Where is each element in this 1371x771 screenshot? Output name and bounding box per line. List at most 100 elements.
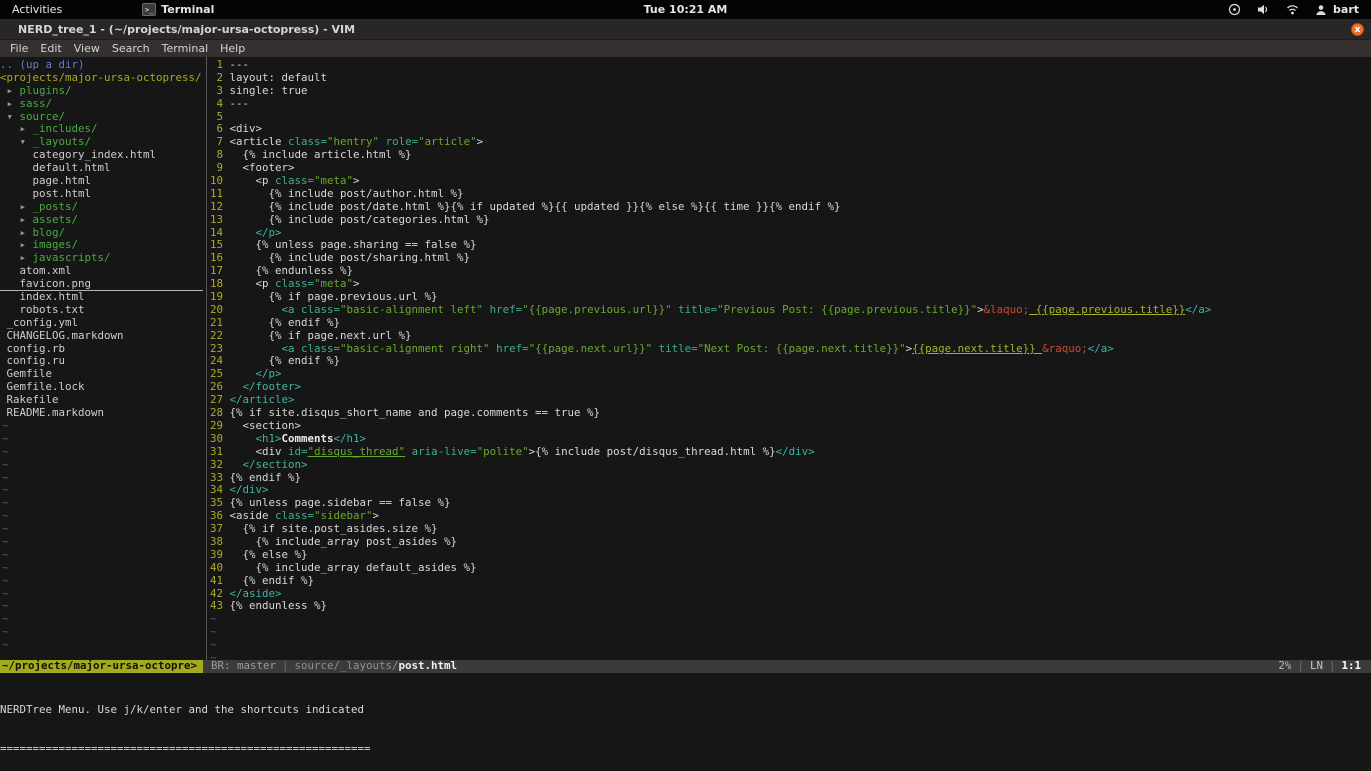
focused-app-menu[interactable]: >_ Terminal	[142, 3, 214, 16]
code-line[interactable]: 42 </aside>	[210, 588, 1371, 601]
code-line[interactable]: 36 <aside class="sidebar">	[210, 510, 1371, 523]
code-line[interactable]: 19 {% if page.previous.url %}	[210, 291, 1371, 304]
code-line[interactable]: 7 <article class="hentry" role="article">	[210, 136, 1371, 149]
user-menu[interactable]: bart	[1315, 3, 1359, 16]
code-line[interactable]: 26 </footer>	[210, 381, 1371, 394]
tree-item[interactable]: Gemfile.lock	[0, 381, 203, 394]
code-line[interactable]: 10 <p class="meta">	[210, 175, 1371, 188]
code-line[interactable]: 17 {% endunless %}	[210, 265, 1371, 278]
clock[interactable]: Tue 10:21 AM	[644, 3, 728, 16]
tree-item[interactable]: index.html	[0, 291, 203, 304]
code-line[interactable]: 18 <p class="meta">	[210, 278, 1371, 291]
tree-item[interactable]: config.ru	[0, 355, 203, 368]
code-line[interactable]: 24 {% endif %}	[210, 355, 1371, 368]
menu-help[interactable]: Help	[214, 42, 251, 55]
tree-item[interactable]: README.markdown	[0, 407, 203, 420]
code-line[interactable]: 32 </section>	[210, 459, 1371, 472]
code-line[interactable]: 28 {% if site.disqus_short_name and page.…	[210, 407, 1371, 420]
code-line[interactable]: 3 single: true	[210, 85, 1371, 98]
code-line[interactable]: 29 <section>	[210, 420, 1371, 433]
code-line[interactable]: 35 {% unless page.sidebar == false %}	[210, 497, 1371, 510]
tree-item[interactable]: ▾ source/	[0, 111, 203, 124]
keyboard-indicator-icon[interactable]	[1228, 3, 1241, 16]
tree-item[interactable]: <projects/major-ursa-octopress/	[0, 72, 203, 85]
code-line[interactable]: 33 {% endif %}	[210, 472, 1371, 485]
menu-terminal[interactable]: Terminal	[156, 42, 215, 55]
code-line[interactable]: 40 {% include_array default_asides %}	[210, 562, 1371, 575]
code-line[interactable]: 34 </div>	[210, 484, 1371, 497]
close-button[interactable]: x	[1351, 23, 1364, 36]
tree-item[interactable]: CHANGELOG.markdown	[0, 330, 203, 343]
code-line[interactable]: 13 {% include post/categories.html %}	[210, 214, 1371, 227]
volume-icon[interactable]	[1257, 3, 1270, 16]
code-line[interactable]: 1 ---	[210, 59, 1371, 72]
code-line[interactable]: 20 <a class="basic-alignment left" href=…	[210, 304, 1371, 317]
tree-item[interactable]: Rakefile	[0, 394, 203, 407]
code-line[interactable]: 21 {% endif %}	[210, 317, 1371, 330]
tree-item[interactable]: favicon.png	[0, 278, 203, 292]
chevron-right-icon: ▸	[19, 200, 33, 213]
empty-line-tilde: ~	[2, 561, 9, 574]
window-titlebar[interactable]: NERD_tree_1 - (~/projects/major-ursa-oct…	[0, 19, 1371, 40]
code-line[interactable]: 43 {% endunless %}	[210, 600, 1371, 613]
code-line[interactable]: 15 {% unless page.sharing == false %}	[210, 239, 1371, 252]
tree-item[interactable]: robots.txt	[0, 304, 203, 317]
code-line[interactable]: 5	[210, 111, 1371, 124]
tree-item[interactable]: ▸ plugins/	[0, 85, 203, 98]
code-line[interactable]: 14 </p>	[210, 227, 1371, 240]
tree-item[interactable]: page.html	[0, 175, 203, 188]
tree-item[interactable]: config.rb	[0, 343, 203, 356]
code-line[interactable]: 22 {% if page.next.url %}	[210, 330, 1371, 343]
code-line[interactable]: 37 {% if site.post_asides.size %}	[210, 523, 1371, 536]
menu-file[interactable]: File	[4, 42, 34, 55]
tree-item[interactable]: ▸ _includes/	[0, 123, 203, 136]
code-line[interactable]: 30 <h1>Comments</h1>	[210, 433, 1371, 446]
code-line[interactable]: 9 <footer>	[210, 162, 1371, 175]
username: bart	[1333, 3, 1359, 16]
code-line[interactable]: 27 </article>	[210, 394, 1371, 407]
tree-item[interactable]: ▸ blog/	[0, 227, 203, 240]
tree-item-label: config.ru	[6, 355, 66, 368]
tree-item[interactable]: _config.yml	[0, 317, 203, 330]
menu-bar: File Edit View Search Terminal Help	[0, 40, 1371, 57]
code-line[interactable]: 41 {% endif %}	[210, 575, 1371, 588]
window-separator[interactable]	[203, 57, 210, 660]
code-line[interactable]: 2 layout: default	[210, 72, 1371, 85]
tree-item[interactable]: atom.xml	[0, 265, 203, 278]
line-number: 8	[216, 149, 223, 162]
code-line[interactable]: 6 <div>	[210, 123, 1371, 136]
code-line[interactable]: 39 {% else %}	[210, 549, 1371, 562]
menu-search[interactable]: Search	[106, 42, 156, 55]
code-line[interactable]: 16 {% include post/sharing.html %}	[210, 252, 1371, 265]
tree-item[interactable]: default.html	[0, 162, 203, 175]
tree-item-label: _includes/	[32, 123, 98, 136]
code-line[interactable]: 25 </p>	[210, 368, 1371, 381]
tree-item[interactable]: ▸ images/	[0, 239, 203, 252]
activities-button[interactable]: Activities	[0, 3, 74, 16]
tree-item-label: Gemfile.lock	[6, 381, 85, 394]
line-number: 12	[210, 200, 224, 213]
line-number: 18	[210, 278, 224, 291]
code-line[interactable]: 38 {% include_array post_asides %}	[210, 536, 1371, 549]
tree-item[interactable]: post.html	[0, 188, 203, 201]
network-icon[interactable]	[1286, 3, 1299, 16]
tree-item[interactable]: ▸ javascripts/	[0, 252, 203, 265]
tree-item[interactable]: Gemfile	[0, 368, 203, 381]
menu-edit[interactable]: Edit	[34, 42, 67, 55]
code-line[interactable]: 4 ---	[210, 98, 1371, 111]
tree-item[interactable]: ▸ assets/	[0, 214, 203, 227]
tree-item[interactable]: ▾ _layouts/	[0, 136, 203, 149]
tree-item[interactable]: ▸ _posts/	[0, 201, 203, 214]
tree-item[interactable]: .. (up a dir)	[0, 59, 203, 72]
code-line[interactable]: 8 {% include article.html %}	[210, 149, 1371, 162]
tree-item-label: _layouts/	[32, 136, 92, 149]
empty-line-tilde: ~	[2, 613, 9, 626]
code-line[interactable]: 11 {% include post/author.html %}	[210, 188, 1371, 201]
code-line[interactable]: 31 <div id="disqus_thread" aria-live="po…	[210, 446, 1371, 459]
code-line[interactable]: 12 {% include post/date.html %}{% if upd…	[210, 201, 1371, 214]
tree-item[interactable]: category_index.html	[0, 149, 203, 162]
code-line[interactable]: 23 <a class="basic-alignment right" href…	[210, 343, 1371, 356]
tree-item[interactable]: ▸ sass/	[0, 98, 203, 111]
menu-view[interactable]: View	[68, 42, 106, 55]
user-icon	[1315, 4, 1327, 16]
